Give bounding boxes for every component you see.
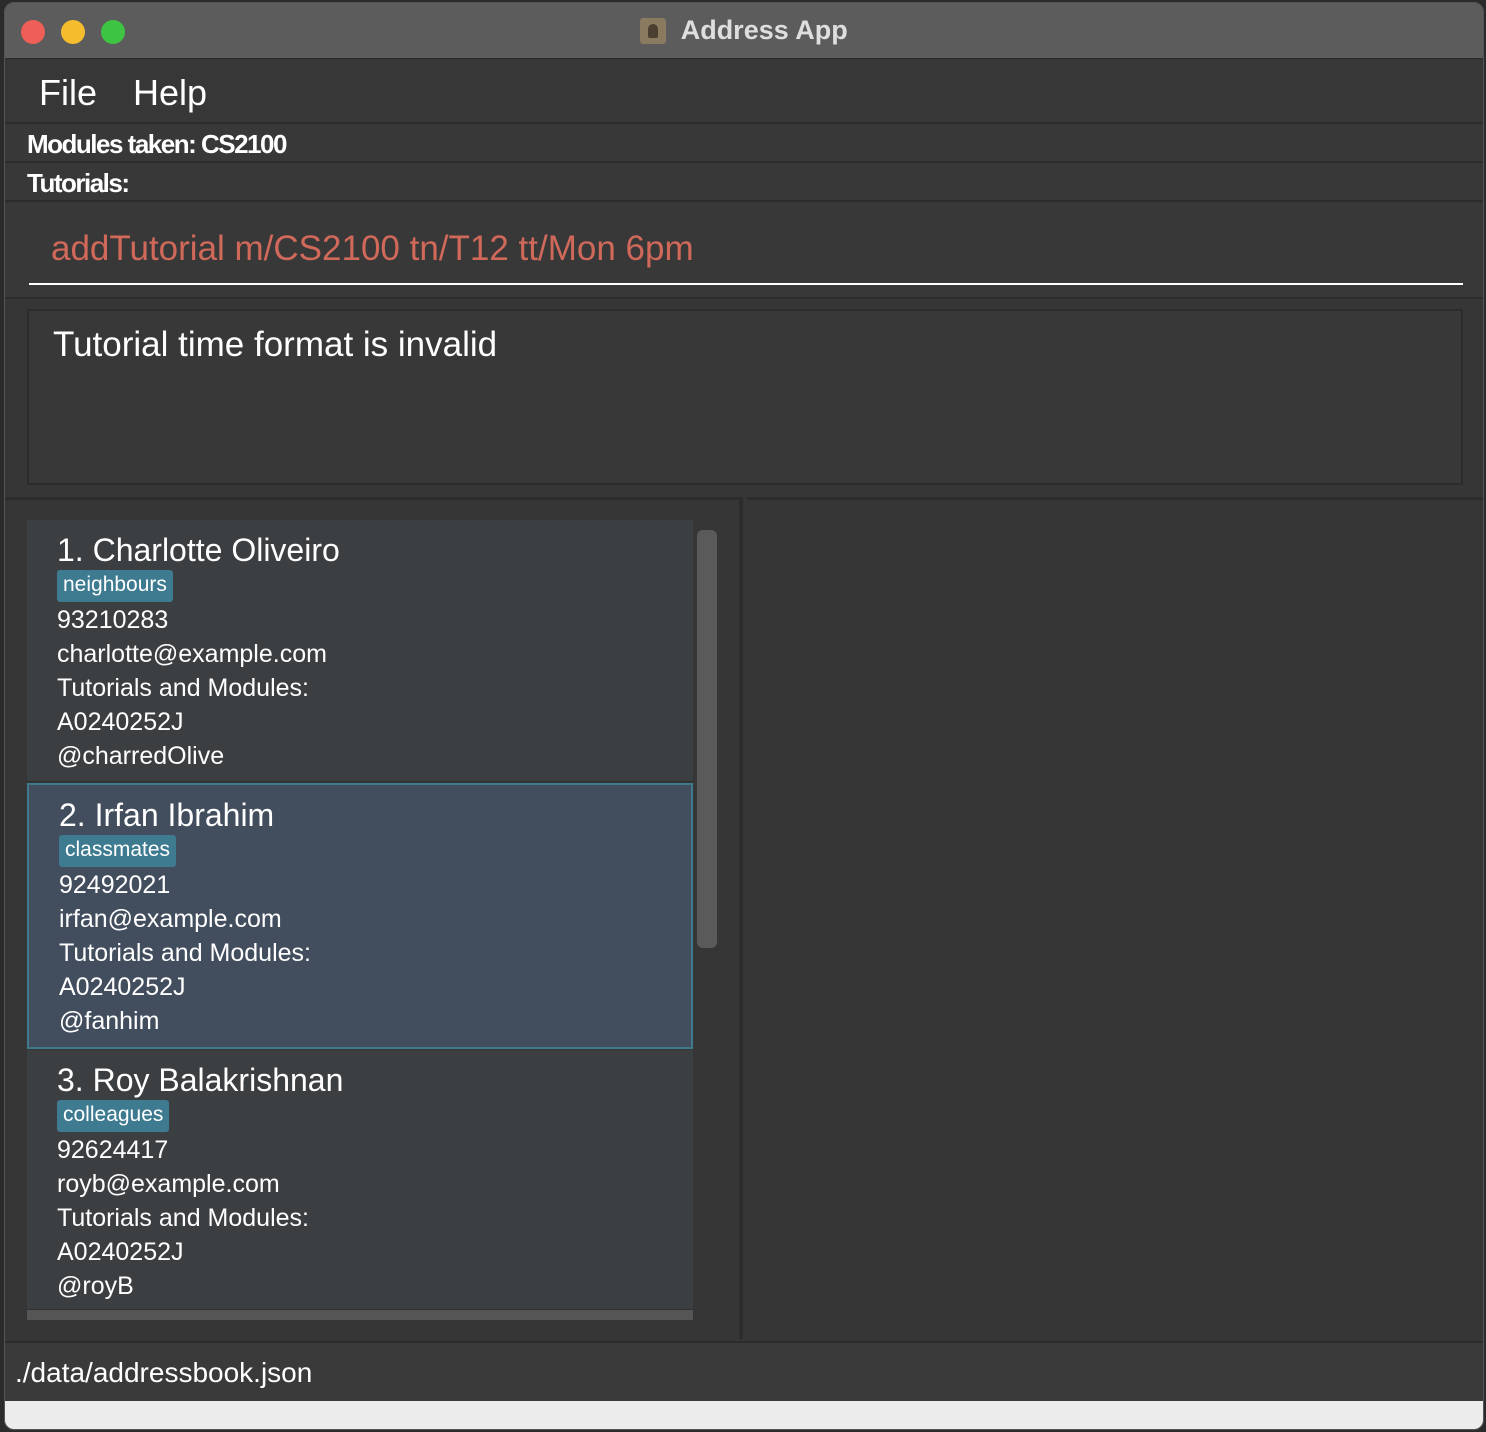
person-name: 3. Roy Balakrishnan [57,1062,344,1098]
window-title: Address App [680,15,848,45]
person-tutorials-label: Tutorials and Modules: [57,674,309,702]
tutorials-label: Tutorials: [27,168,130,198]
person-tutorials-label: Tutorials and Modules: [57,1204,309,1232]
person-card-selected[interactable]: 2. Irfan Ibrahim classmates 92492021 irf… [27,783,693,1049]
person-phone: 92492021 [59,871,171,899]
title-bar[interactable]: Address App [5,3,1483,59]
person-tutorials-label: Tutorials and Modules: [59,939,311,967]
person-email: charlotte@example.com [57,640,327,668]
command-box: addTutorial m/CS2100 tn/T12 tt/Mon 6pm [5,203,1483,299]
app-window: Address App File Help Modules taken: CS2… [4,2,1484,1430]
person-email: royb@example.com [57,1170,280,1198]
result-message: Tutorial time format is invalid [53,325,498,364]
command-input[interactable]: addTutorial m/CS2100 tn/T12 tt/Mon 6pm [29,221,1463,285]
person-tag: colleagues [57,1100,170,1132]
person-phone: 92624417 [57,1136,169,1164]
person-name: 2. Irfan Ibrahim [59,797,275,833]
person-telegram: @royB [57,1272,134,1300]
person-telegram: @fanhim [59,1007,160,1035]
person-tag: neighbours [57,570,173,602]
address-book-icon [640,17,667,44]
person-card[interactable]: 3. Roy Balakrishnan colleagues 92624417 … [27,1050,693,1310]
tutorials-row: Tutorials: [5,164,1483,202]
result-display: Tutorial time format is invalid [27,309,1463,485]
modules-taken-label: Modules taken: CS2100 [27,129,287,159]
menu-bar: File Help [5,60,1483,124]
person-list-panel[interactable]: 1. Charlotte Oliveiro neighbours 9321028… [5,497,743,1339]
save-location: ./data/addressbook.json [15,1357,313,1388]
bottom-strip [5,1401,1483,1429]
person-student-id: A0240252J [57,708,184,736]
person-card[interactable]: 1. Charlotte Oliveiro neighbours 9321028… [27,520,693,782]
modules-taken-row: Modules taken: CS2100 [5,125,1483,163]
person-tag: classmates [59,835,177,867]
detail-panel [747,497,1483,1339]
person-telegram: @charredOlive [57,742,225,770]
menu-help[interactable]: Help [133,72,207,114]
person-phone: 93210283 [57,606,169,634]
list-vertical-scrollbar[interactable] [697,530,717,948]
menu-file[interactable]: File [39,72,97,114]
person-student-id: A0240252J [57,1238,184,1266]
list-horizontal-scrollbar[interactable] [27,1310,693,1320]
status-bar: ./data/addressbook.json [5,1341,1483,1401]
window-title-group: Address App [5,15,1483,47]
person-student-id: A0240252J [59,973,186,1001]
person-email: irfan@example.com [59,905,282,933]
person-name: 1. Charlotte Oliveiro [57,532,340,568]
